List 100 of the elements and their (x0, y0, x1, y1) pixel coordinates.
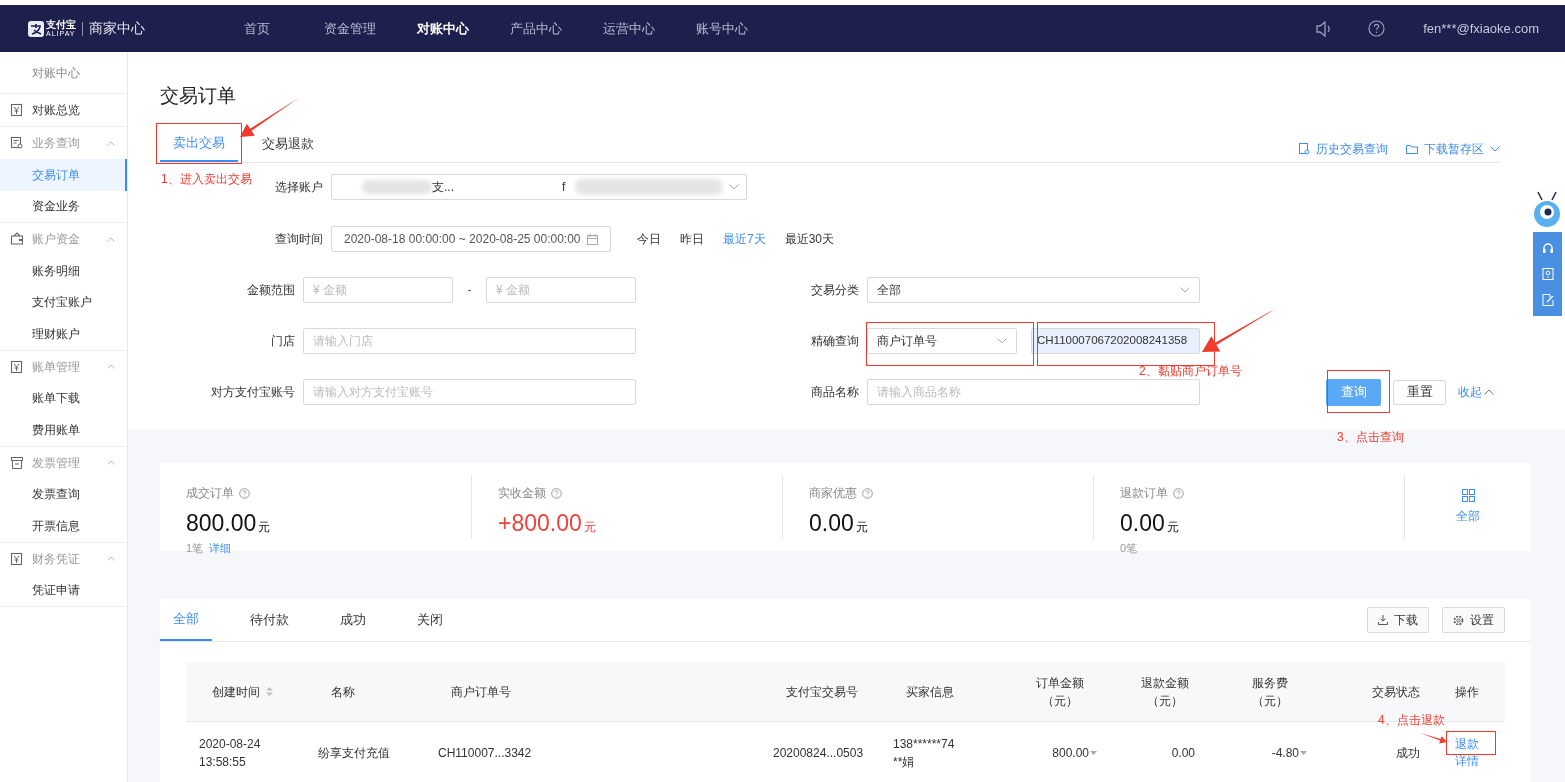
column-header: 订单金额（元） (1035, 674, 1085, 710)
tab[interactable]: 成功 (327, 598, 379, 641)
nav-link[interactable]: 资金管理 (303, 18, 396, 39)
sidebar-item[interactable]: 发票查询 (0, 478, 127, 510)
column-header: 名称 (330, 683, 355, 701)
sidebar-icon (10, 232, 24, 246)
user-account[interactable]: fen***@fxiaoke.com (1423, 18, 1539, 39)
sidebar-icon (10, 103, 24, 117)
sidebar-item[interactable]: 开票信息 (0, 510, 127, 542)
sidebar-item[interactable]: 账务明细 (0, 255, 127, 287)
grid-icon (1461, 489, 1475, 502)
column-header: 买家信息 (905, 683, 954, 701)
table-cell: 138******74 **娟 (893, 737, 955, 769)
folder-icon (1406, 144, 1418, 154)
edit-document-icon[interactable] (1541, 294, 1554, 306)
action-link[interactable]: 退款 (1455, 736, 1479, 753)
table-cell: 成功 (1396, 746, 1420, 760)
stat-label: 实收金额 (498, 485, 546, 502)
tab[interactable]: 交易退款 (249, 125, 327, 162)
sidebar-item[interactable]: 凭证申请 (0, 574, 127, 606)
collapse-link[interactable]: 收起 (1458, 383, 1494, 401)
stat-value: +800.00 (498, 509, 582, 538)
toolbar-button[interactable]: 下载 (1367, 607, 1429, 633)
table-cell: 0.00 (1171, 746, 1195, 760)
page-title: 交易订单 (160, 85, 236, 106)
nav-link[interactable]: 对账中心 (396, 18, 489, 39)
field-label: 选择账户 (275, 179, 323, 196)
column-header: 支付宝交易号 (785, 683, 858, 701)
sidebar-item[interactable]: 账单下载 (0, 382, 127, 414)
help-icon (1173, 487, 1184, 499)
sidebar-item[interactable]: 对账总览 (32, 101, 80, 119)
stat-unit: 元 (1166, 519, 1179, 536)
select-dropdown[interactable]: 商户订单号 (867, 328, 1017, 354)
sidebar-item[interactable]: 支付宝账户 (0, 286, 127, 318)
detail-link[interactable]: 详细 (209, 540, 232, 557)
select-dropdown[interactable]: 全部 (867, 277, 1200, 303)
chevron-down-icon (729, 184, 739, 190)
table-cell-text: -4.80 (1271, 745, 1299, 762)
help-icon (239, 487, 250, 499)
nav-link[interactable]: 运营中心 (582, 18, 675, 39)
stat-note: 0笔 (1120, 541, 1138, 556)
help-document-icon[interactable] (1541, 268, 1554, 280)
input-field[interactable]: 请输入门店 (303, 328, 636, 354)
field-label: 商品名称 (811, 384, 859, 401)
tab[interactable]: 待付款 (237, 598, 302, 641)
column-header: 退款金额（元） (1140, 674, 1190, 710)
stat-value: 0.00 (1120, 509, 1165, 538)
quick-date-link[interactable]: 昨日 (680, 230, 704, 248)
download-icon (1378, 615, 1388, 625)
select-dropdown[interactable]: 支... f (331, 174, 747, 200)
highlight-box (1446, 731, 1496, 755)
field-label: 精确查询 (811, 333, 859, 350)
caret-down-icon (1300, 751, 1307, 755)
chevron-down-icon (1180, 287, 1190, 293)
view-all-link[interactable]: 全部 (1456, 489, 1480, 525)
nav-link[interactable]: 首页 (210, 18, 303, 39)
tab[interactable]: 全部 (160, 598, 212, 641)
action-link[interactable]: 详情 (1455, 753, 1479, 770)
input-field[interactable]: ¥ 金额 (303, 277, 453, 303)
sidebar-item[interactable]: 资金业务 (0, 190, 127, 222)
column-header: 服务费（元） (1251, 674, 1289, 710)
input-field[interactable]: 请输入对方支付宝账号 (303, 379, 636, 405)
product-name: 商家中心 (89, 19, 145, 38)
sidebar-icon (10, 551, 24, 566)
toolbar-button[interactable]: 设置 (1442, 607, 1505, 633)
input-field[interactable]: ¥ 金额 (486, 277, 636, 303)
document-search-icon (1299, 143, 1310, 155)
sidebar-item[interactable]: 理财账户 (0, 318, 127, 350)
toolbar-link[interactable]: 下载暂存区 (1406, 140, 1500, 158)
nav-link[interactable]: 账号中心 (675, 18, 768, 39)
chevron-down-icon (1490, 146, 1500, 152)
tab[interactable]: 关闭 (404, 598, 456, 641)
annotation-text: 3、点击查询 (1337, 429, 1404, 446)
stat-unit: 元 (258, 519, 271, 536)
nav-link[interactable]: 产品中心 (489, 18, 582, 39)
input-field[interactable]: CH110007067202008241358 (1031, 328, 1200, 354)
stat-value: 800.00 (186, 509, 257, 538)
input-field[interactable]: 请输入商品名称 (867, 379, 1200, 405)
caret-down-icon (1090, 751, 1097, 755)
highlight-box (1327, 370, 1390, 413)
date-range-field[interactable]: 2020-08-18 00:00:00 ~ 2020-08-25 00:00:00 (331, 226, 611, 252)
quick-date-link[interactable]: 最近30天 (784, 230, 835, 248)
quick-date-link[interactable]: 今日 (637, 230, 661, 248)
stat-note: 1笔 (186, 541, 204, 556)
help-icon[interactable] (1368, 20, 1386, 37)
sidebar-item[interactable]: 费用账单 (0, 414, 127, 446)
headset-icon[interactable] (1541, 242, 1554, 254)
calendar-icon (587, 233, 598, 245)
button[interactable]: 重置 (1393, 379, 1446, 405)
tab[interactable]: 卖出交易 (160, 125, 238, 162)
column-header: 交易状态 (1372, 683, 1420, 701)
stat-unit: 元 (583, 519, 596, 536)
stat-label: 商家优惠 (809, 485, 857, 502)
quick-date-link[interactable]: 最近7天 (723, 230, 766, 248)
toolbar-link[interactable]: 历史交易查询 (1299, 140, 1388, 158)
column-header: 创建时间 (211, 683, 260, 701)
field-label: 交易分类 (811, 282, 859, 299)
chevron-down-icon (997, 338, 1007, 344)
stat-unit: 元 (855, 519, 868, 536)
table-cell: CH110007...3342 (438, 746, 532, 760)
